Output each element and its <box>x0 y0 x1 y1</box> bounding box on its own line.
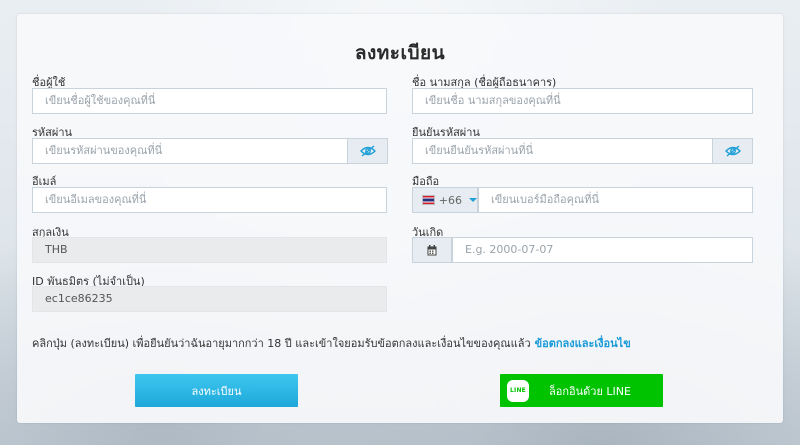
caret-down-icon <box>469 198 477 202</box>
calendar-icon <box>427 241 437 260</box>
fullname-input[interactable]: เขียนชื่อ นามสกุลของคุณที่นี่ <box>412 88 753 114</box>
password-input[interactable]: เขียนรหัสผ่านของคุณที่นี่ <box>32 138 348 164</box>
username-input[interactable]: เขียนชื่อผู้ใช้ของคุณที่นี่ <box>32 88 387 114</box>
confirm-password-input[interactable]: เขียนยืนยันรหัสผ่านที่นี่ <box>412 138 713 164</box>
consent-message: คลิกปุ่ม (ลงทะเบียน) เพื่อยืนยันว่าฉันอา… <box>32 337 531 350</box>
dial-code: +66 <box>438 193 462 207</box>
line-login-button[interactable]: LINE ล็อกอินด้วย LINE <box>500 374 663 407</box>
registration-card: ลงทะเบียน ชื่อผู้ใช้ เขียนชื่อผู้ใช้ของค… <box>17 14 783 423</box>
confirm-password-visibility-toggle[interactable] <box>713 138 753 164</box>
eye-slash-icon <box>359 142 376 161</box>
line-login-label: ล็อกอินด้วย LINE <box>549 384 631 398</box>
calendar-button[interactable] <box>412 237 452 263</box>
currency-field: THB <box>32 237 387 263</box>
eye-slash-icon <box>724 142 741 161</box>
terms-link[interactable]: ข้อตกลงและเงื่อนไข <box>535 337 631 350</box>
line-logo-text: LINE <box>510 387 526 394</box>
birthdate-input[interactable]: E.g. 2000-07-07 <box>452 237 753 263</box>
page-title: ลงทะเบียน <box>354 42 446 64</box>
email-input[interactable]: เขียนอีเมลของคุณที่นี่ <box>32 187 387 213</box>
thailand-flag-icon <box>422 195 435 205</box>
country-code-select[interactable]: +66 <box>412 187 478 213</box>
partner-id-field: ec1ce86235 <box>32 286 387 312</box>
line-logo-icon: LINE <box>507 379 529 402</box>
password-visibility-toggle[interactable] <box>348 138 388 164</box>
register-button[interactable]: ลงทะเบียน <box>135 374 298 407</box>
consent-text: คลิกปุ่ม (ลงทะเบียน) เพื่อยืนยันว่าฉันอา… <box>32 334 631 352</box>
phone-input[interactable]: เขียนเบอร์มือถือคุณที่นี่ <box>478 187 753 213</box>
